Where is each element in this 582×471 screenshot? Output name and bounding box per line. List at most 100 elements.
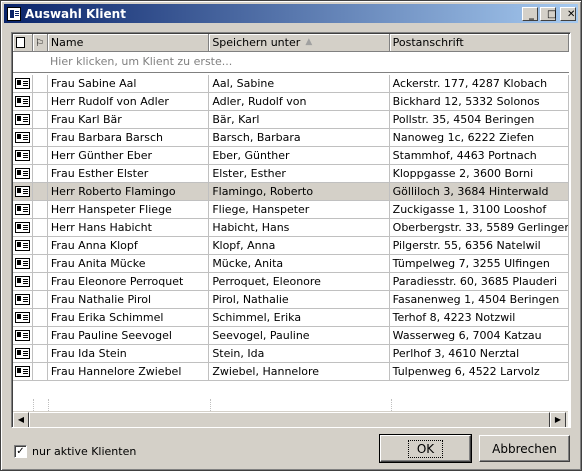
client-name-cell: Frau Esther Elster <box>48 165 210 183</box>
table-row[interactable]: Frau Karl Bär Bär, Karl Pollstr. 35, 4504 … <box>13 111 569 129</box>
client-address-cell: Bickhard 12, 5332 Solonos <box>390 93 569 111</box>
table-row[interactable]: Herr Hans Habicht Habicht, Hans Oberbergst… <box>13 219 569 237</box>
row-flag-cell <box>33 327 48 345</box>
table-row[interactable]: Frau Barbara Barsch Barsch, Barbara Nanowe… <box>13 129 569 147</box>
client-name-cell: Frau Anna Klopf <box>48 237 210 255</box>
client-name-cell: Frau Eleonore Perroquet <box>48 273 210 291</box>
header-save-as-label: Speichern unter <box>212 36 301 49</box>
scrollbar-thumb[interactable] <box>29 412 550 427</box>
column-divider <box>210 399 211 411</box>
header-address[interactable]: Postanschrift <box>389 34 570 52</box>
row-type-cell <box>13 129 33 147</box>
client-selection-dialog: Auswahl Klient _ □ ✕ ⚐ Name Speichern un… <box>0 0 582 471</box>
minimize-button[interactable]: _ <box>522 6 538 21</box>
row-flag-cell <box>33 219 48 237</box>
row-flag-cell <box>33 237 48 255</box>
client-grid[interactable]: ⚐ Name Speichern unter ▲ Postanschrift Hi… <box>11 32 571 428</box>
row-type-cell <box>13 147 33 165</box>
horizontal-scrollbar[interactable]: ◀ ▶ <box>13 411 568 427</box>
close-button[interactable]: ✕ <box>560 6 576 21</box>
client-address-cell: Pollstr. 35, 4504 Beringen <box>390 111 569 129</box>
cancel-button[interactable]: Abbrechen <box>479 435 570 462</box>
row-flag-cell <box>33 111 48 129</box>
row-type-cell <box>13 93 33 111</box>
active-clients-label: nur aktive Klienten <box>32 445 137 458</box>
column-divider <box>391 399 392 411</box>
contact-card-icon <box>15 348 30 359</box>
client-save-as-cell: Fliege, Hanspeter <box>209 201 390 219</box>
row-type-cell <box>13 201 33 219</box>
ok-button[interactable]: OK <box>379 434 472 463</box>
row-type-cell <box>13 273 33 291</box>
row-type-cell <box>13 345 33 363</box>
maximize-button[interactable]: □ <box>540 6 556 21</box>
table-row[interactable]: Herr Roberto Flamingo Flamingo, Roberto Gö… <box>13 183 569 201</box>
client-save-as-cell: Perroquet, Eleonore <box>209 273 390 291</box>
client-name-cell: Frau Pauline Seevogel <box>48 327 210 345</box>
row-flag-cell <box>33 273 48 291</box>
contact-card-icon <box>15 258 30 269</box>
client-save-as-cell: Eber, Günther <box>209 147 390 165</box>
client-save-as-cell: Zwiebel, Hannelore <box>209 363 390 381</box>
new-client-row[interactable]: Hier klicken, um Klient zu erste... <box>13 52 569 73</box>
client-name-cell: Frau Anita Mücke <box>48 255 210 273</box>
title-bar[interactable]: Auswahl Klient _ □ ✕ <box>4 4 578 23</box>
client-save-as-cell: Mücke, Anita <box>209 255 390 273</box>
active-clients-option[interactable]: ✓ nur aktive Klienten <box>14 445 136 458</box>
table-row[interactable]: Frau Eleonore Perroquet Perroquet, Eleono… <box>13 273 569 291</box>
client-name-cell: Herr Hanspeter Fliege <box>48 201 210 219</box>
table-row[interactable]: Herr Günther Eber Eber, Günther Stammhof, … <box>13 147 569 165</box>
active-clients-checkbox[interactable]: ✓ <box>14 445 27 458</box>
client-address-cell: Fasanenweg 1, 4504 Beringen <box>390 291 569 309</box>
client-name-cell: Frau Barbara Barsch <box>48 129 210 147</box>
table-row[interactable]: Frau Pauline Seevogel Seevogel, Pauline Wa… <box>13 327 569 345</box>
client-address-cell: Zuckigasse 1, 3100 Looshof <box>390 201 569 219</box>
row-type-cell <box>13 255 33 273</box>
client-name-cell: Herr Günther Eber <box>48 147 210 165</box>
contact-card-icon <box>15 204 30 215</box>
table-row[interactable]: Herr Rudolf von Adler Adler, Rudolf von Bi… <box>13 93 569 111</box>
row-type-cell <box>13 165 33 183</box>
client-name-cell: Frau Karl Bär <box>48 111 210 129</box>
header-name[interactable]: Name <box>47 34 210 52</box>
client-save-as-cell: Stein, Ida <box>209 345 390 363</box>
client-name-cell: Herr Hans Habicht <box>48 219 210 237</box>
contact-card-icon <box>15 96 30 107</box>
contact-card-icon <box>15 150 30 161</box>
column-divider <box>33 399 34 411</box>
contact-card-icon <box>15 312 30 323</box>
row-type-cell <box>13 309 33 327</box>
client-name-cell: Frau Nathalie Pirol <box>48 291 210 309</box>
contact-card-icon <box>15 294 30 305</box>
table-row[interactable]: Frau Anna Klopf Klopf, Anna Pilgerstr. 55,… <box>13 237 569 255</box>
row-flag-cell <box>33 165 48 183</box>
scroll-left-button[interactable]: ◀ <box>13 412 29 427</box>
grid-header: ⚐ Name Speichern unter ▲ Postanschrift <box>13 34 570 52</box>
row-flag-cell <box>33 147 48 165</box>
table-row[interactable]: Herr Hanspeter Fliege Fliege, Hanspeter Zu… <box>13 201 569 219</box>
ok-label: OK <box>407 440 444 458</box>
scroll-right-button[interactable]: ▶ <box>550 412 566 427</box>
table-row[interactable]: Frau Hannelore Zwiebel Zwiebel, Hannelore… <box>13 363 569 381</box>
client-address-cell: Nanoweg 1c, 6222 Ziefen <box>390 129 569 147</box>
table-row[interactable]: Frau Erika Schimmel Schimmel, Erika Terhof… <box>13 309 569 327</box>
header-flag-column[interactable]: ⚐ <box>32 34 48 52</box>
table-row[interactable]: Frau Nathalie Pirol Pirol, Nathalie Fasane… <box>13 291 569 309</box>
client-name-cell: Frau Sabine Aal <box>48 75 210 93</box>
contact-card-icon <box>15 330 30 341</box>
header-type-column[interactable] <box>13 34 33 52</box>
grid-rows: Frau Sabine Aal Aal, Sabine Ackerstr. 177,… <box>13 75 569 381</box>
table-row[interactable]: Frau Ida Stein Stein, Ida Perlhof 3, 4610 … <box>13 345 569 363</box>
row-flag-cell <box>33 255 48 273</box>
client-save-as-cell: Bär, Karl <box>209 111 390 129</box>
table-row[interactable]: Frau Anita Mücke Mücke, Anita Tümpelweg 7,… <box>13 255 569 273</box>
row-flag-cell <box>33 363 48 381</box>
table-row[interactable]: Frau Sabine Aal Aal, Sabine Ackerstr. 177,… <box>13 75 569 93</box>
client-save-as-cell: Adler, Rudolf von <box>209 93 390 111</box>
client-save-as-cell: Aal, Sabine <box>209 75 390 93</box>
contact-card-icon <box>15 114 30 125</box>
client-address-cell: Tümpelweg 7, 3255 Ulfingen <box>390 255 569 273</box>
contact-card-icon <box>15 222 30 233</box>
header-save-as[interactable]: Speichern unter ▲ <box>209 34 390 52</box>
table-row[interactable]: Frau Esther Elster Elster, Esther Kloppgas… <box>13 165 569 183</box>
